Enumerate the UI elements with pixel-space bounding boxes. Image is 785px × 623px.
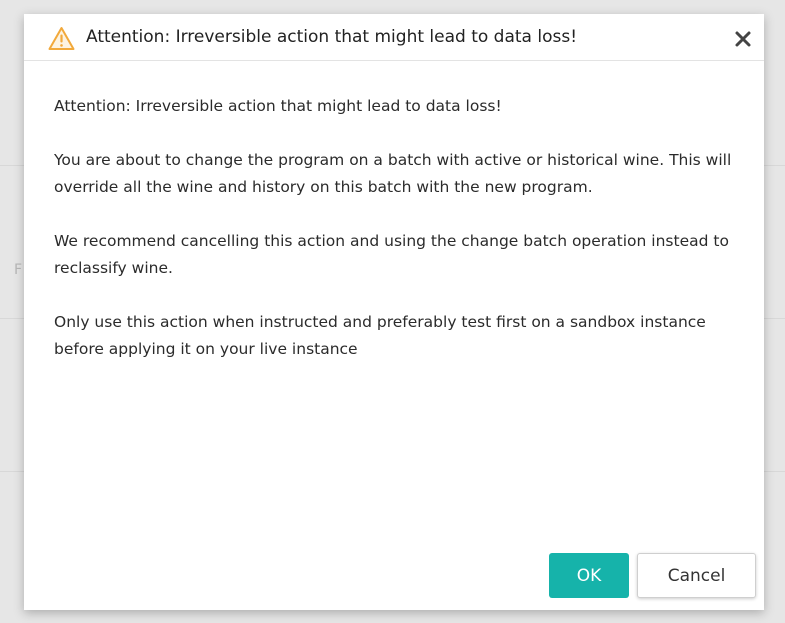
dialog-paragraph: Attention: Irreversible action that migh… [54,97,502,115]
close-icon[interactable] [732,28,754,50]
dialog-title: Attention: Irreversible action that migh… [86,27,578,47]
dialog-paragraph: We recommend cancelling this action and … [54,232,729,277]
dialog-header: Attention: Irreversible action that migh… [24,14,764,61]
cancel-button[interactable]: Cancel [637,553,756,598]
warning-triangle-icon [48,27,75,50]
dialog-paragraph: You are about to change the program on a… [54,151,732,196]
ok-button[interactable]: OK [549,553,629,598]
warning-dialog: Attention: Irreversible action that migh… [24,14,764,610]
background-page-text: F [14,262,23,278]
dialog-body: Attention: Irreversible action that migh… [54,93,734,390]
dialog-paragraph: Only use this action when instructed and… [54,313,706,358]
